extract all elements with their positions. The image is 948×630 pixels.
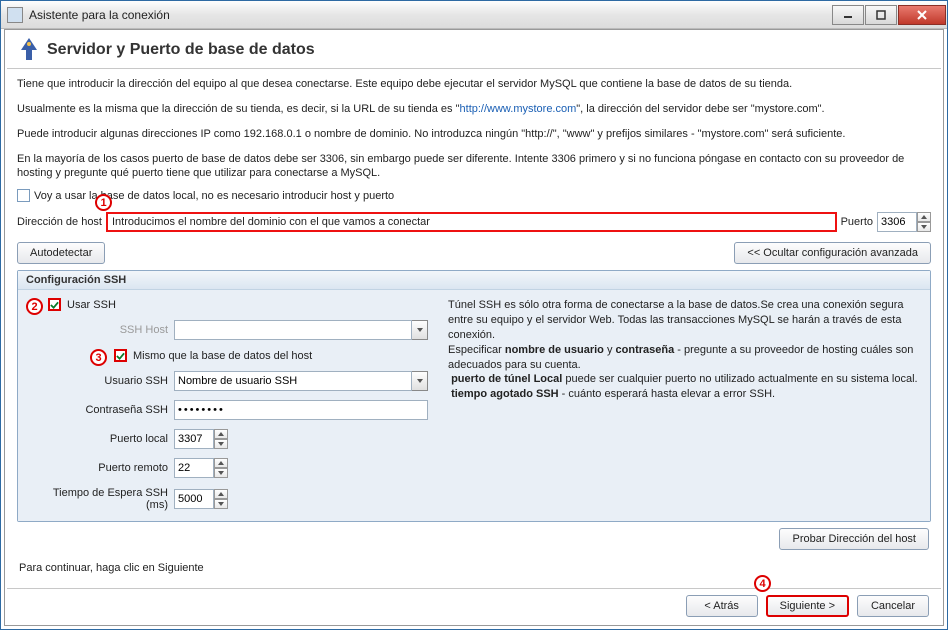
remote-port-down[interactable] xyxy=(214,468,228,478)
same-host-checkbox[interactable] xyxy=(114,349,127,362)
chevron-down-icon xyxy=(218,442,224,446)
sample-url-link[interactable]: http://www.mystore.com xyxy=(460,103,577,115)
port-spinner[interactable] xyxy=(917,212,931,232)
autodetect-button[interactable]: Autodetectar xyxy=(17,242,105,264)
test-host-button[interactable]: Probar Dirección del host xyxy=(779,528,929,550)
chevron-down-icon xyxy=(218,502,224,506)
hide-advanced-button[interactable]: << Ocultar configuración avanzada xyxy=(734,242,931,264)
local-db-checkbox[interactable] xyxy=(17,189,30,202)
back-button[interactable]: < Atrás xyxy=(686,595,758,617)
ssh-user-input[interactable] xyxy=(174,371,412,391)
local-port-down[interactable] xyxy=(214,439,228,449)
chevron-up-icon xyxy=(218,461,224,465)
page-heading: Servidor y Puerto de base de datos xyxy=(47,41,315,59)
same-host-label: Mismo que la base de datos del host xyxy=(133,350,312,362)
intro-p3: Puede introducir algunas direcciones IP … xyxy=(17,127,931,142)
check-icon xyxy=(116,351,125,361)
maximize-button[interactable] xyxy=(865,5,897,25)
ssh-user-dropdown[interactable] xyxy=(412,371,428,391)
local-port-spinner[interactable] xyxy=(214,429,228,449)
remote-port-up[interactable] xyxy=(214,458,228,468)
check-icon xyxy=(50,300,59,310)
chevron-down-icon xyxy=(417,379,423,383)
remote-port-spinner[interactable] xyxy=(214,458,228,478)
titlebar: Asistente para la conexión xyxy=(1,1,947,29)
ssh-user-label: Usuario SSH xyxy=(28,375,168,387)
chevron-up-icon xyxy=(218,432,224,436)
app-icon xyxy=(7,7,23,23)
minimize-icon xyxy=(843,10,853,20)
wizard-window: Asistente para la conexión Servidor y xyxy=(0,0,948,630)
ssh-remote-port-label: Puerto remoto xyxy=(28,462,168,474)
minimize-button[interactable] xyxy=(832,5,864,25)
ssh-timeout-input[interactable] xyxy=(174,489,214,509)
port-input[interactable] xyxy=(877,212,917,232)
host-label: Dirección de host xyxy=(17,216,102,228)
ssh-timeout-label: Tiempo de Espera SSH (ms) xyxy=(28,487,168,511)
close-button[interactable] xyxy=(898,5,946,25)
intro-p4: En la mayoría de los casos puerto de bas… xyxy=(17,152,931,182)
ssh-host-dropdown xyxy=(412,320,428,340)
maximize-icon xyxy=(876,10,886,20)
ssh-local-port-input[interactable] xyxy=(174,429,214,449)
ssh-host-label: SSH Host xyxy=(28,324,168,336)
ssh-local-port-label: Puerto local xyxy=(28,433,168,445)
chevron-down-icon xyxy=(417,328,423,332)
local-db-label: Voy a usar la base de datos local, no es… xyxy=(34,190,394,202)
use-ssh-label: Usar SSH xyxy=(67,299,116,311)
timeout-up[interactable] xyxy=(214,489,228,499)
intro-p2: Usualmente es la misma que la dirección … xyxy=(17,102,931,117)
continue-hint: Para continuar, haga clic en Siguiente xyxy=(5,552,943,578)
host-input[interactable] xyxy=(106,212,837,232)
local-port-up[interactable] xyxy=(214,429,228,439)
chevron-down-icon xyxy=(921,225,927,229)
ssh-group-header: Configuración SSH xyxy=(18,271,930,290)
ssh-host-input xyxy=(174,320,412,340)
port-label: Puerto xyxy=(841,216,873,228)
cancel-button[interactable]: Cancelar xyxy=(857,595,929,617)
ssh-remote-port-input[interactable] xyxy=(174,458,214,478)
port-spin-down[interactable] xyxy=(917,222,931,232)
ssh-info-text: Túnel SSH es sólo otra forma de conectar… xyxy=(448,298,920,511)
chevron-up-icon xyxy=(218,492,224,496)
intro-p1: Tiene que introducir la dirección del eq… xyxy=(17,77,931,92)
chevron-down-icon xyxy=(218,471,224,475)
use-ssh-checkbox[interactable] xyxy=(48,298,61,311)
annotation-3: 3 xyxy=(90,349,107,366)
ssh-pass-input[interactable] xyxy=(174,400,428,420)
annotation-2: 2 xyxy=(26,298,43,315)
timeout-down[interactable] xyxy=(214,499,228,509)
close-icon xyxy=(916,9,928,21)
ssh-pass-label: Contraseña SSH xyxy=(28,404,168,416)
timeout-spinner[interactable] xyxy=(214,489,228,509)
wizard-icon xyxy=(17,36,41,64)
chevron-up-icon xyxy=(921,215,927,219)
window-title: Asistente para la conexión xyxy=(29,8,170,22)
next-button[interactable]: Siguiente > xyxy=(766,595,849,617)
ssh-group: Configuración SSH 2 Usar SSH SSH Host xyxy=(17,270,931,522)
port-spin-up[interactable] xyxy=(917,212,931,222)
